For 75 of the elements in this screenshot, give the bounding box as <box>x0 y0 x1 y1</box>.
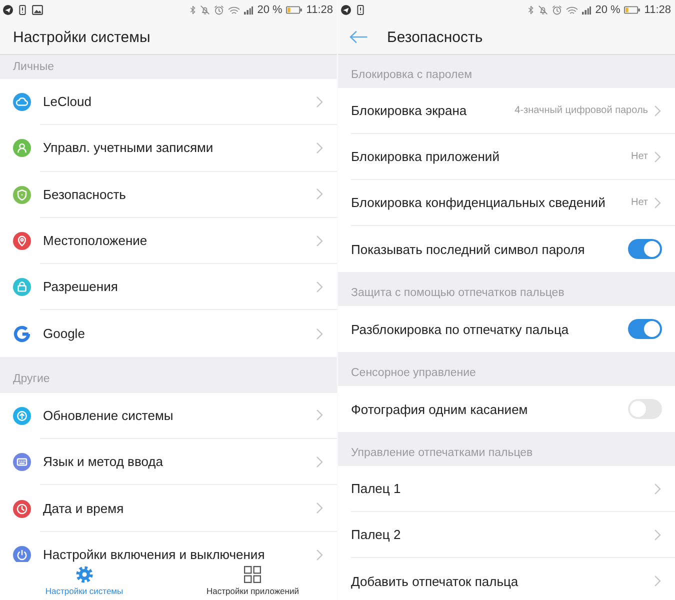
settings-row[interactable]: Фотография одним касанием <box>338 386 675 432</box>
clock-time: 11:28 <box>306 4 333 16</box>
chevron-icon <box>654 104 661 116</box>
screen-title: Безопасность <box>387 28 483 46</box>
section-header: Другие <box>12 372 51 387</box>
chevron-icon <box>316 142 323 154</box>
chevron-icon <box>654 150 661 162</box>
settings-row[interactable]: Безопасность <box>0 172 337 218</box>
wifi-icon <box>228 6 240 14</box>
alarm-clock-icon <box>552 5 562 15</box>
chevron-icon <box>654 482 661 494</box>
toggle-switch[interactable] <box>628 239 662 259</box>
chevron-icon <box>654 575 661 587</box>
chevron-icon <box>316 96 323 108</box>
section-header: Управление отпечатками пальцев <box>350 446 534 461</box>
section-header: Защита с помощью отпечатков пальцев <box>350 286 566 301</box>
settings-row[interactable]: Блокировка конфиденциальных сведений Нет <box>338 180 675 226</box>
chevron-icon <box>316 548 323 561</box>
gear-icon <box>76 566 93 583</box>
chevron-icon <box>316 409 323 422</box>
settings-row[interactable]: Управл. учетными записями <box>0 125 337 172</box>
settings-row[interactable]: Разрешения <box>0 264 337 310</box>
row-value: Нет <box>630 151 648 162</box>
settings-row[interactable]: Дата и время <box>0 485 337 532</box>
settings-row[interactable]: Палец 2 <box>338 512 675 558</box>
settings-row[interactable]: Блокировка экрана 4-значный цифровой пароль <box>338 88 675 134</box>
chevron-icon <box>654 196 661 208</box>
toggle-switch[interactable] <box>628 399 662 419</box>
clock-time: 11:28 <box>644 4 671 16</box>
settings-row[interactable]: Разблокировка по отпечатку пальца <box>338 306 675 352</box>
nav-tab[interactable]: Настройки системы <box>0 562 168 600</box>
chevron-icon <box>316 456 323 468</box>
screen-title: Настройки системы <box>13 28 150 46</box>
battery-percent: 20 % <box>595 4 620 16</box>
section-header: Личные <box>12 60 55 75</box>
settings-row[interactable]: Местоположение <box>0 218 337 264</box>
paper-plane-icon <box>341 5 351 15</box>
section-header: Сенсорное управление <box>350 366 477 381</box>
wifi-icon <box>566 6 578 14</box>
settings-row[interactable]: Блокировка приложений Нет <box>338 134 675 180</box>
chevron-icon <box>316 280 323 293</box>
battery-percent: 20 % <box>257 4 282 16</box>
chevron-icon <box>316 234 323 247</box>
chevron-icon <box>654 528 661 540</box>
bluetooth-icon <box>528 5 534 15</box>
nav-tab[interactable]: Настройки приложений <box>168 562 337 600</box>
settings-row[interactable]: Настройки включения и выключения <box>0 532 337 562</box>
phone-alert-icon <box>19 5 26 15</box>
battery-icon <box>286 6 302 14</box>
settings-row[interactable]: Добавить отпечаток пальца <box>338 558 675 600</box>
battery-icon <box>624 6 640 14</box>
row-value: Нет <box>630 197 648 208</box>
chevron-icon <box>316 502 323 514</box>
signal-icon <box>582 6 592 14</box>
bell-off-icon <box>200 5 210 15</box>
phone-alert-icon <box>357 5 364 15</box>
settings-row[interactable]: Обновление системы <box>0 392 337 440</box>
chevron-icon <box>316 188 323 200</box>
settings-row[interactable]: Показывать последний символ пароля <box>338 226 675 272</box>
paper-plane-icon <box>3 5 13 15</box>
row-value: 4-значный цифровой пароль <box>514 105 648 116</box>
image-icon <box>32 5 43 15</box>
grid-icon <box>244 566 262 583</box>
chevron-icon <box>316 328 323 340</box>
settings-row[interactable]: Палец 1 <box>338 466 675 512</box>
bluetooth-icon <box>190 5 196 15</box>
signal-icon <box>244 6 254 14</box>
back-arrow-icon[interactable] <box>349 30 368 44</box>
settings-row[interactable]: LeCloud <box>0 79 337 126</box>
toggle-switch[interactable] <box>628 319 662 339</box>
alarm-clock-icon <box>214 5 224 15</box>
bell-off-icon <box>538 5 548 15</box>
section-header: Блокировка с паролем <box>350 68 474 83</box>
settings-row[interactable]: Язык и метод ввода <box>0 439 337 486</box>
settings-row[interactable]: Google <box>0 310 337 357</box>
